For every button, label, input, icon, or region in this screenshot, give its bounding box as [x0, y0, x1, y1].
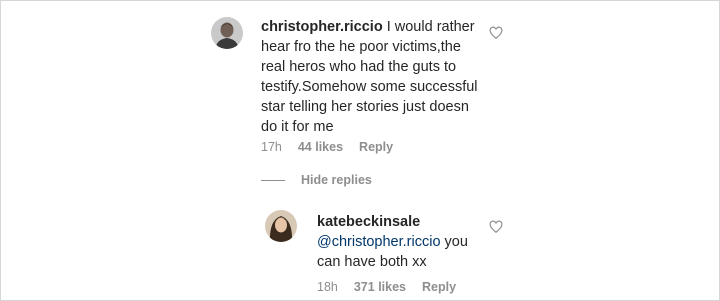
avatar[interactable] — [265, 210, 297, 242]
reply-body: katebeckinsale @christopher.riccio you c… — [317, 212, 482, 272]
comment-text: I would rather hear fro the he poor vict… — [261, 19, 478, 135]
avatar[interactable] — [211, 17, 243, 49]
reply-button[interactable]: Reply — [359, 140, 393, 154]
reply-button[interactable]: Reply — [422, 280, 456, 294]
reply-time[interactable]: 18h — [317, 280, 338, 294]
hide-replies-button[interactable]: Hide replies — [261, 173, 372, 187]
like-button[interactable] — [489, 26, 503, 40]
heart-outline-icon — [489, 220, 503, 234]
divider-line — [261, 179, 285, 181]
hide-replies-label: Hide replies — [301, 173, 372, 187]
comment-username[interactable]: christopher.riccio — [261, 19, 383, 35]
comment-meta: 17h 44 likes Reply — [261, 140, 409, 154]
comment-likes[interactable]: 44 likes — [298, 140, 343, 154]
profile-photo-woman-icon — [265, 210, 297, 242]
reply-meta: 18h 371 likes Reply — [317, 280, 472, 294]
like-button[interactable] — [489, 220, 503, 234]
comment-thread: christopher.riccio I would rather hear f… — [0, 0, 720, 301]
profile-photo-man-icon — [211, 17, 243, 49]
mention-link[interactable]: @christopher.riccio — [317, 234, 441, 250]
reply-likes[interactable]: 371 likes — [354, 280, 406, 294]
comment-body: christopher.riccio I would rather hear f… — [261, 17, 489, 137]
heart-outline-icon — [489, 26, 503, 40]
comment-time[interactable]: 17h — [261, 140, 282, 154]
reply-username[interactable]: katebeckinsale — [317, 214, 420, 230]
